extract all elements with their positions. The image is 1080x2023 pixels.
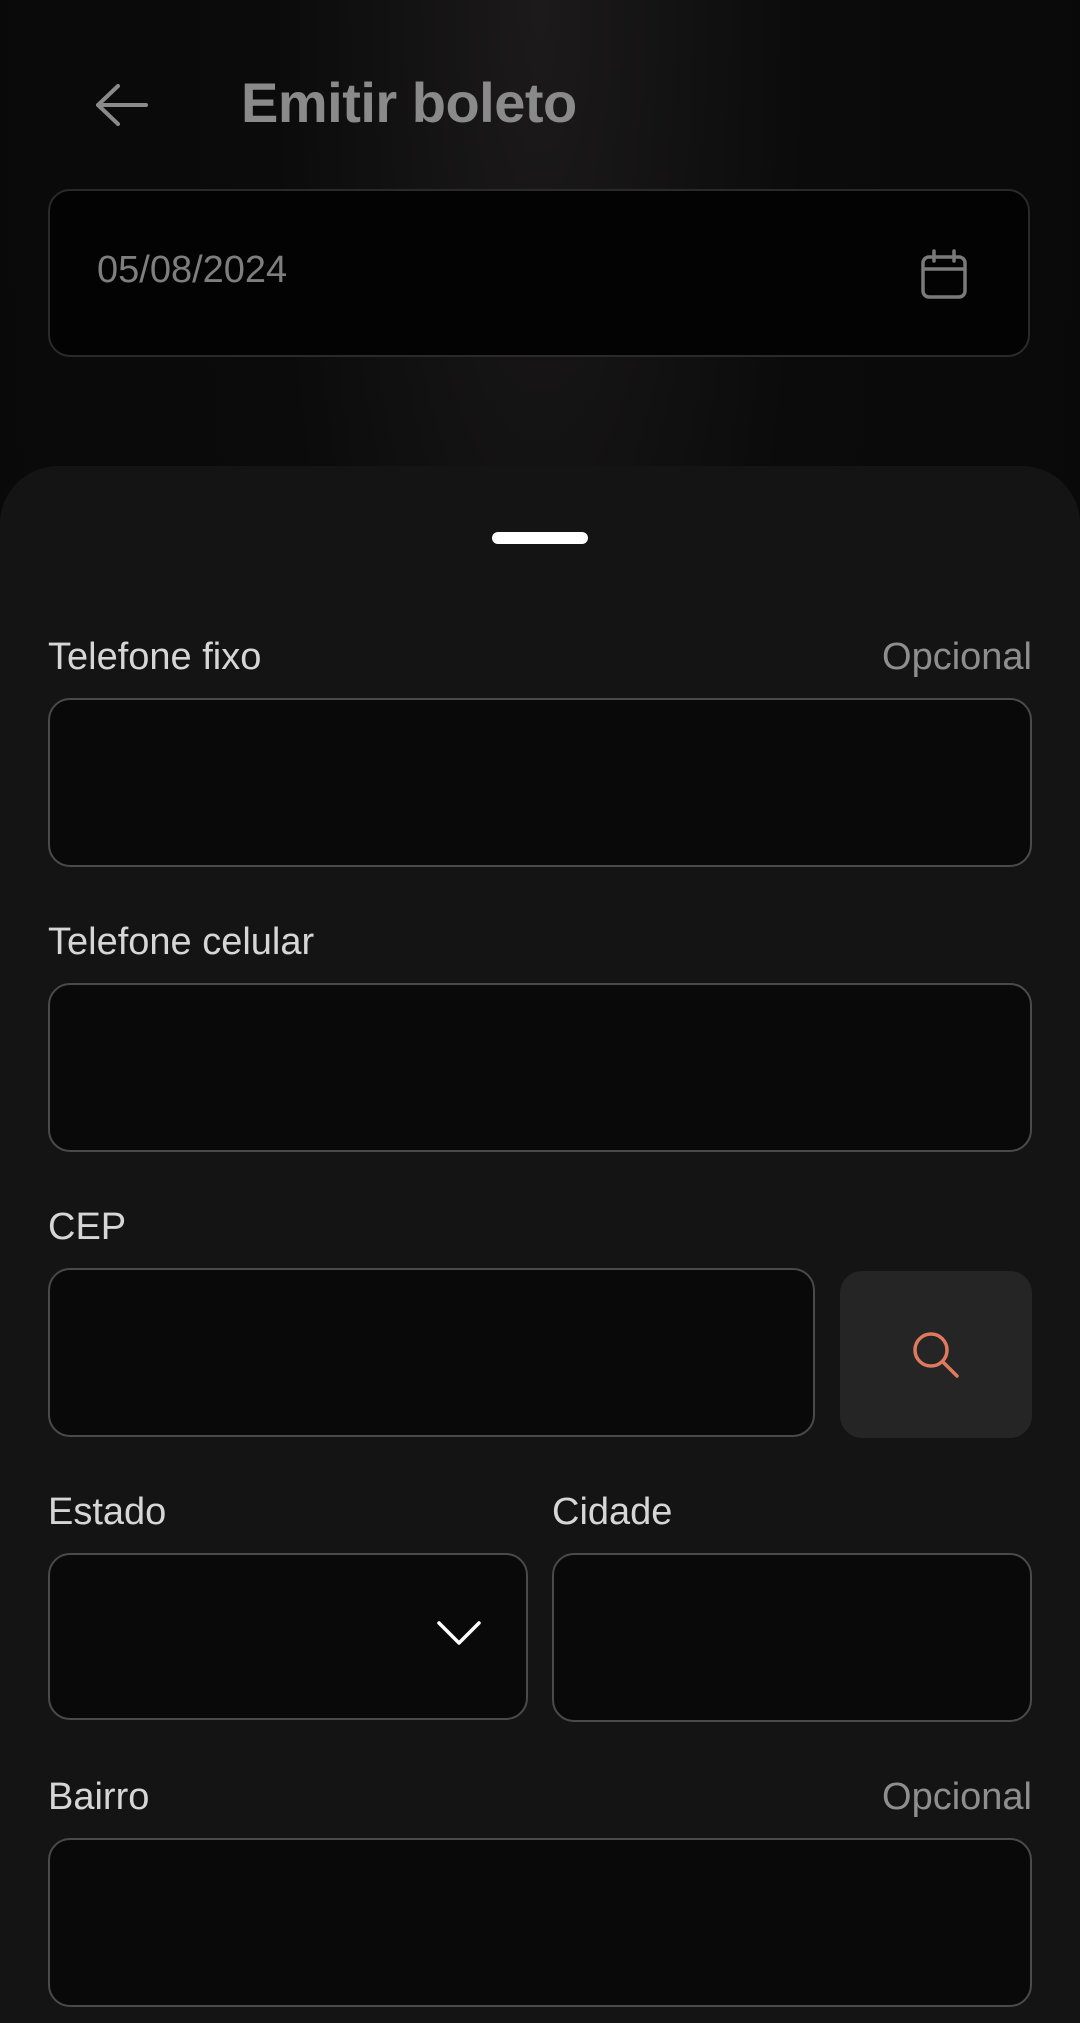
telefone-celular-input[interactable] — [48, 983, 1032, 1152]
arrow-left-icon — [96, 84, 148, 126]
bairro-input[interactable] — [48, 1838, 1032, 2007]
cidade-input[interactable] — [552, 1553, 1032, 1722]
calendar-button[interactable] — [916, 247, 972, 303]
address-bottom-sheet: Telefone fixo Opcional Telefone celular … — [0, 466, 1080, 2023]
cep-label: CEP — [48, 1206, 127, 1248]
bairro-optional-tag: Opcional — [882, 1776, 1032, 1818]
due-date-field[interactable]: 05/08/2024 — [48, 189, 1030, 357]
estado-label: Estado — [48, 1491, 167, 1533]
chevron-down-icon — [437, 1621, 481, 1645]
page: Emitir boleto 05/08/2024 Telefone fixo O… — [0, 0, 1080, 2023]
page-title: Emitir boleto — [241, 71, 577, 134]
drag-handle[interactable] — [492, 532, 588, 544]
due-date-value: 05/08/2024 — [97, 249, 288, 291]
estado-select[interactable] — [48, 1553, 528, 1720]
back-button[interactable] — [88, 72, 154, 138]
telefone-fixo-label: Telefone fixo — [48, 636, 262, 678]
search-icon — [913, 1331, 959, 1378]
bairro-label: Bairro — [48, 1776, 150, 1818]
telefone-fixo-optional-tag: Opcional — [882, 636, 1032, 678]
telefone-fixo-input[interactable] — [48, 698, 1032, 867]
cep-input[interactable] — [48, 1268, 815, 1437]
cep-search-button[interactable] — [840, 1271, 1032, 1438]
telefone-celular-label: Telefone celular — [48, 921, 315, 963]
calendar-icon — [921, 249, 967, 299]
cidade-label: Cidade — [552, 1491, 673, 1533]
